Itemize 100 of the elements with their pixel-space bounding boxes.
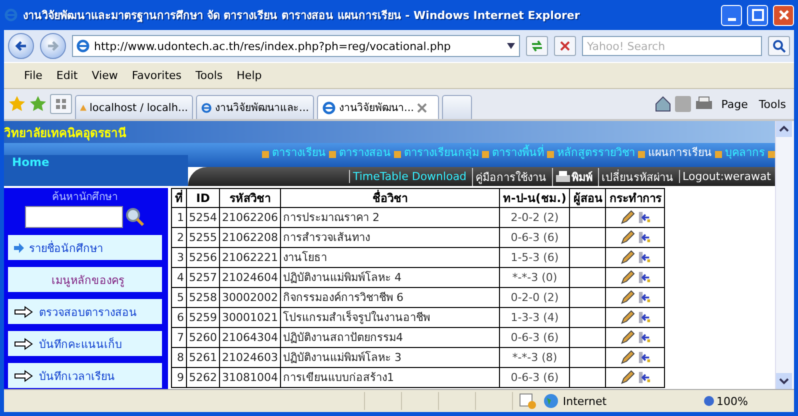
top-link[interactable]: เปลี่ยนรหัสผ่าน — [598, 168, 674, 186]
bullet-icon — [394, 151, 401, 158]
command-menu[interactable]: Page — [717, 98, 752, 110]
pencil-icon[interactable] — [620, 270, 635, 285]
insert-icon[interactable] — [638, 350, 652, 365]
browser-tab[interactable]: งานวิจัยพัฒนา... — [317, 95, 439, 119]
menu-heading[interactable]: เมนูหลักของครู — [8, 267, 162, 292]
close-button[interactable] — [773, 4, 794, 26]
insert-icon[interactable] — [638, 210, 652, 225]
refresh-icon — [530, 39, 544, 53]
menu-item[interactable]: View — [86, 67, 124, 84]
table-cell: 1-5-3 (6) — [500, 248, 570, 268]
pencil-icon[interactable] — [620, 250, 635, 265]
home-icon[interactable] — [654, 95, 672, 113]
back-button[interactable] — [8, 33, 34, 59]
arrow-icon — [14, 242, 24, 252]
top-link[interactable]: พิมพ์ — [552, 168, 593, 186]
menu-item[interactable]: Edit — [50, 67, 84, 84]
table-cell: 9 — [172, 368, 186, 388]
pencil-icon[interactable] — [620, 310, 635, 325]
command-menu[interactable]: Tools — [754, 98, 790, 110]
table-cell: ปฏิบัติงานแม่พิมพ์โลหะ 4 — [280, 268, 500, 288]
bullet-icon — [768, 151, 775, 158]
browser-tab[interactable]: localhost / localh... — [75, 95, 193, 119]
close-icon — [778, 9, 790, 21]
star-icon[interactable] — [8, 95, 26, 113]
table-cell: 21064304 — [220, 328, 280, 348]
stop-button[interactable] — [554, 36, 576, 56]
bullet-icon — [262, 151, 269, 158]
insert-icon[interactable] — [638, 370, 652, 385]
insert-icon[interactable] — [638, 230, 652, 245]
browser-tab[interactable]: งานวิจัยพัฒนาและ... — [196, 95, 314, 119]
maximize-button[interactable] — [747, 4, 768, 26]
insert-icon[interactable] — [638, 290, 652, 305]
table-cell: 8 — [172, 348, 186, 368]
bullet-icon — [638, 151, 645, 158]
pencil-icon[interactable] — [620, 370, 635, 385]
student-search-field[interactable] — [25, 206, 123, 228]
tab-list-button[interactable] — [50, 94, 72, 114]
pencil-icon[interactable] — [620, 350, 635, 365]
table-cell: การสำรวจเส้นทาง — [280, 228, 500, 248]
sidebar-link[interactable]: บันทึกเวลาเรียน — [8, 363, 162, 388]
pencil-icon[interactable] — [620, 210, 635, 225]
search-icon[interactable] — [125, 207, 145, 227]
search-field[interactable]: Yahoo! Search — [582, 36, 762, 56]
zoom-button[interactable]: 100% — [696, 394, 754, 408]
insert-icon[interactable] — [638, 270, 652, 285]
table-cell: 1-3-3 (4) — [500, 308, 570, 328]
top-link[interactable]: คู่มือการใช้งาน — [472, 168, 547, 186]
scroll-up-icon[interactable] — [776, 121, 792, 137]
home-link[interactable]: Home — [12, 155, 50, 169]
minimize-button[interactable] — [721, 4, 742, 26]
menu-item[interactable]: Favorites — [126, 67, 188, 84]
pencil-icon[interactable] — [620, 290, 635, 305]
close-icon[interactable] — [417, 102, 428, 112]
table-cell: 1 — [172, 208, 186, 228]
printer-icon — [556, 170, 570, 182]
address-field[interactable]: http://www.udontech.ac.th/res/index.php?ph=reg/vocational.php — [72, 35, 520, 57]
grid-icon — [55, 98, 67, 110]
table-cell: 21062206 — [220, 208, 280, 228]
forward-arrow-icon — [46, 39, 60, 53]
maximize-icon — [752, 9, 764, 21]
warning-icon — [518, 393, 537, 409]
back-arrow-icon — [14, 39, 28, 53]
menu-item[interactable]: Help — [230, 67, 268, 84]
menu-item[interactable]: File — [18, 67, 48, 84]
pencil-icon[interactable] — [620, 230, 635, 245]
sidebar-link[interactable]: รายชื่อนักศึกษา — [8, 235, 162, 260]
printer-icon[interactable] — [694, 96, 714, 112]
scroll-down-icon[interactable] — [776, 373, 792, 389]
insert-icon[interactable] — [638, 250, 652, 265]
dropdown-icon[interactable] — [506, 42, 516, 50]
table-cell: *-*-3 (0) — [500, 268, 570, 288]
table-cell: การเขียนแบบก่อสร้าง1 — [280, 368, 500, 388]
scrollbar[interactable] — [775, 121, 794, 389]
table-cell: กิจกรรมองค์การวิชาชีพ 6 — [280, 288, 500, 308]
pencil-icon[interactable] — [620, 330, 635, 345]
insert-icon[interactable] — [638, 330, 652, 345]
table-cell: 5262 — [186, 368, 220, 388]
table-cell: 5259 — [186, 308, 220, 328]
table-cell: 6 — [172, 308, 186, 328]
sidebar-link[interactable]: ตรวจสอบตารางสอน — [8, 299, 162, 324]
table-cell: 4 — [172, 268, 186, 288]
table-cell: *-*-3 (8) — [500, 348, 570, 368]
top-link[interactable]: TimeTable Download — [349, 170, 467, 183]
stop-icon — [559, 40, 571, 52]
table-cell: 7 — [172, 328, 186, 348]
table-cell: 21062221 — [220, 248, 280, 268]
search-button[interactable] — [768, 36, 790, 56]
table-cell: 2-0-2 (2) — [500, 208, 570, 228]
sidebar-link[interactable]: บันทึกคะแนนเก็บ — [8, 331, 162, 356]
table-cell: 0-6-3 (6) — [500, 328, 570, 348]
forward-button[interactable] — [40, 33, 66, 59]
top-link[interactable]: Logout:werawat — [678, 170, 771, 183]
menu-item[interactable]: Tools — [190, 67, 229, 84]
bullet-icon — [547, 151, 554, 158]
refresh-button[interactable] — [526, 36, 548, 56]
globe-icon — [542, 393, 559, 409]
insert-icon[interactable] — [638, 310, 652, 325]
nav-link[interactable]: แผนการเรียน — [648, 143, 712, 161]
